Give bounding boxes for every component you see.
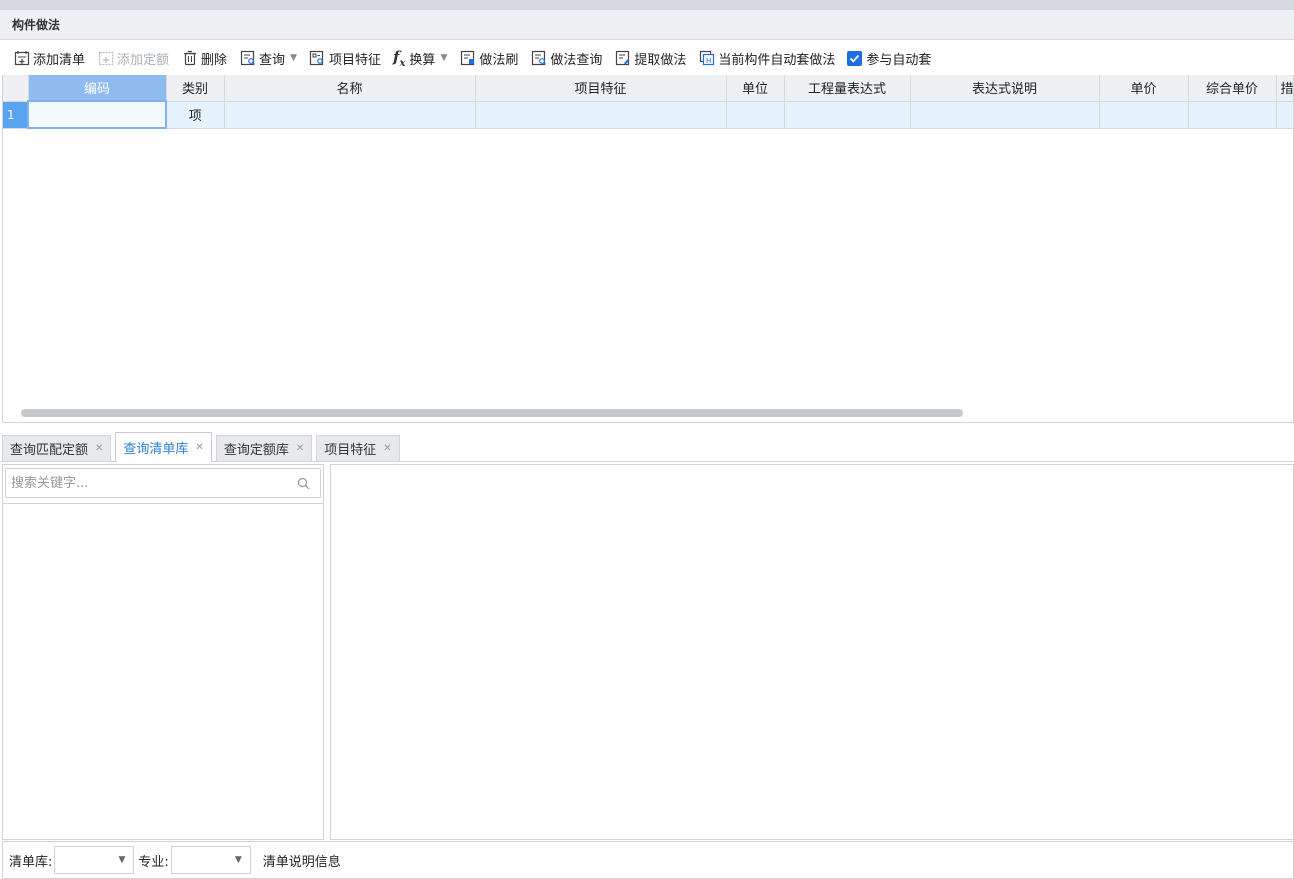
cell-category[interactable]: 项 bbox=[166, 101, 225, 129]
extract-icon bbox=[614, 50, 631, 67]
column-header-category[interactable]: 类别 bbox=[166, 75, 225, 102]
participate-auto-label: 参与自动套 bbox=[866, 52, 932, 68]
row-number[interactable]: 1 bbox=[3, 101, 29, 129]
tab-query-quota-library[interactable]: 查询定额库 ✕ bbox=[215, 435, 313, 461]
close-icon[interactable]: ✕ bbox=[195, 442, 203, 453]
extract-method-button[interactable]: 提取做法 bbox=[609, 45, 691, 71]
column-header-feature[interactable]: 项目特征 bbox=[475, 75, 727, 102]
window-top-strip bbox=[0, 0, 1294, 10]
method-query-button[interactable]: 做法查询 bbox=[525, 45, 607, 71]
table-header-row: 编码 类别 名称 项目特征 单位 工程量表达式 表达式说明 单价 综合单价 措 bbox=[3, 75, 1293, 102]
column-header-measure[interactable]: 措 bbox=[1276, 75, 1293, 102]
auto-apply-current-button[interactable]: H 当前构件自动套做法 bbox=[693, 45, 840, 71]
list-detail-pane bbox=[330, 464, 1294, 840]
chevron-down-icon: ▼ bbox=[118, 855, 126, 865]
cell-unit[interactable] bbox=[726, 101, 785, 129]
trash-icon bbox=[181, 50, 198, 67]
horizontal-scrollbar[interactable] bbox=[21, 409, 963, 417]
search-box bbox=[5, 468, 321, 498]
auto-apply-current-label: 当前构件自动套做法 bbox=[718, 52, 836, 68]
major-select[interactable]: ▼ bbox=[170, 846, 251, 874]
delete-button[interactable]: 删除 bbox=[176, 45, 232, 71]
brush-icon bbox=[459, 50, 476, 67]
tab-label: 项目特征 bbox=[324, 443, 377, 458]
function-icon: fx bbox=[393, 47, 406, 69]
table-row[interactable]: 1 项 bbox=[3, 100, 1293, 129]
add-list-icon bbox=[13, 50, 30, 67]
cell-code[interactable] bbox=[27, 100, 167, 129]
divider bbox=[3, 503, 323, 504]
panel-title: 构件做法 bbox=[0, 10, 1294, 40]
close-icon[interactable]: ✕ bbox=[95, 443, 103, 454]
cell-expression-desc[interactable] bbox=[910, 101, 1100, 129]
cell-name[interactable] bbox=[224, 101, 476, 129]
cell-total-price[interactable] bbox=[1188, 101, 1277, 129]
toolbar: 添加清单 添加定额 删除 查询 ▼ 项目特征 fx 换算 ▼ 做法刷 做法查询 … bbox=[0, 41, 1294, 75]
column-header-unit[interactable]: 单位 bbox=[726, 75, 785, 102]
column-header-total-price[interactable]: 综合单价 bbox=[1188, 75, 1277, 102]
query-icon bbox=[239, 50, 256, 67]
method-brush-label: 做法刷 bbox=[479, 52, 519, 68]
column-header-code[interactable]: 编码 bbox=[28, 75, 167, 102]
column-header-price[interactable]: 单价 bbox=[1099, 75, 1189, 102]
checkmark-icon bbox=[847, 50, 863, 66]
add-list-button[interactable]: 添加清单 bbox=[8, 45, 90, 71]
delete-label: 删除 bbox=[201, 52, 228, 68]
chevron-down-icon: ▼ bbox=[234, 855, 242, 865]
column-header-expression[interactable]: 工程量表达式 bbox=[784, 75, 911, 102]
library-select[interactable]: ▼ bbox=[54, 846, 135, 874]
method-brush-button[interactable]: 做法刷 bbox=[454, 45, 523, 71]
participate-auto-checkbox[interactable]: 参与自动套 bbox=[842, 45, 936, 71]
add-list-label: 添加清单 bbox=[33, 52, 86, 68]
extract-method-label: 提取做法 bbox=[634, 52, 687, 68]
close-icon[interactable]: ✕ bbox=[383, 443, 391, 454]
row-number-header[interactable] bbox=[3, 75, 29, 102]
convert-label: 换算 bbox=[409, 52, 436, 68]
library-label: 清单库: bbox=[9, 854, 53, 870]
add-quota-button[interactable]: 添加定额 bbox=[92, 45, 174, 71]
cell-expression[interactable] bbox=[784, 101, 911, 129]
column-header-expression-desc[interactable]: 表达式说明 bbox=[910, 75, 1100, 102]
column-header-name[interactable]: 名称 bbox=[224, 75, 476, 102]
svg-text:H: H bbox=[706, 57, 711, 65]
cell-price[interactable] bbox=[1099, 101, 1189, 129]
search-icon[interactable] bbox=[297, 477, 310, 494]
tab-label: 查询清单库 bbox=[123, 442, 189, 457]
add-quota-icon bbox=[97, 50, 114, 67]
item-feature-icon bbox=[309, 50, 326, 67]
chevron-down-icon: ▼ bbox=[290, 53, 297, 63]
query-dropdown-button[interactable]: 查询 ▼ bbox=[234, 45, 302, 71]
auto-apply-icon: H bbox=[698, 50, 715, 67]
item-feature-label: 项目特征 bbox=[328, 52, 381, 68]
item-feature-button[interactable]: 项目特征 bbox=[304, 45, 386, 71]
method-table: 编码 类别 名称 项目特征 单位 工程量表达式 表达式说明 单价 综合单价 措 … bbox=[3, 75, 1293, 129]
method-query-icon bbox=[530, 50, 547, 67]
tab-item-feature[interactable]: 项目特征 ✕ bbox=[316, 435, 400, 461]
close-icon[interactable]: ✕ bbox=[296, 443, 304, 454]
method-grid: 编码 类别 名称 项目特征 单位 工程量表达式 表达式说明 单价 综合单价 措 … bbox=[2, 75, 1294, 423]
search-input[interactable] bbox=[6, 469, 286, 497]
cell-feature[interactable] bbox=[475, 101, 727, 129]
list-info-text: 清单说明信息 bbox=[262, 854, 341, 870]
bottom-status-bar: 清单库: ▼ 专业: ▼ 清单说明信息 bbox=[2, 841, 1294, 879]
convert-dropdown-button[interactable]: fx 换算 ▼ bbox=[388, 45, 452, 71]
tab-query-list-library[interactable]: 查询清单库 ✕ bbox=[115, 432, 212, 462]
tab-query-matching-quota[interactable]: 查询匹配定额 ✕ bbox=[2, 435, 112, 461]
major-label: 专业: bbox=[138, 854, 169, 870]
tab-label: 查询定额库 bbox=[223, 443, 289, 458]
add-quota-label: 添加定额 bbox=[117, 52, 170, 68]
bottom-tabs: 查询匹配定额 ✕ 查询清单库 ✕ 查询定额库 ✕ 项目特征 ✕ bbox=[0, 432, 1294, 462]
tab-label: 查询匹配定额 bbox=[10, 443, 89, 458]
list-tree-pane bbox=[2, 464, 324, 840]
chevron-down-icon: ▼ bbox=[440, 53, 448, 63]
method-query-label: 做法查询 bbox=[550, 52, 603, 68]
cell-measure[interactable] bbox=[1276, 101, 1293, 129]
query-label: 查询 bbox=[259, 52, 286, 68]
